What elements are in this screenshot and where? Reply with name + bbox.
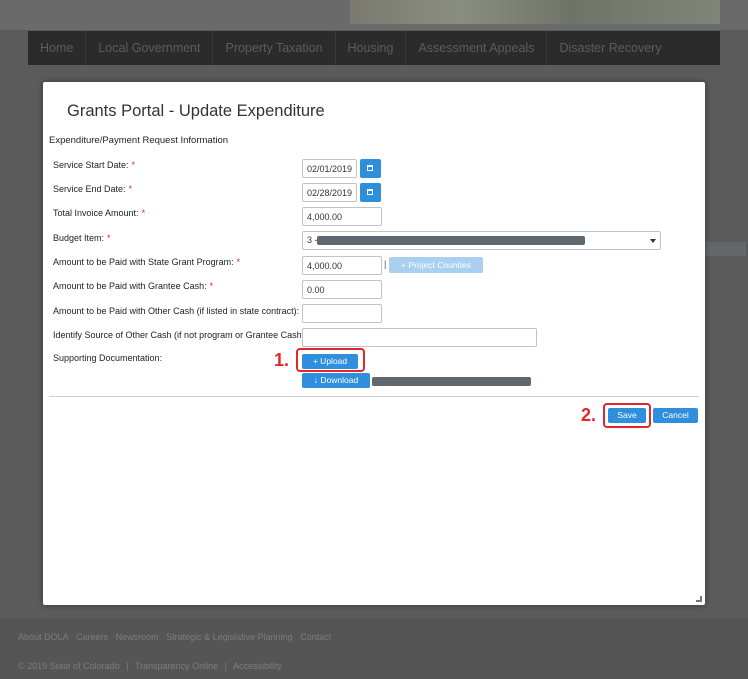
project-counties-button[interactable]: + Project Counties (389, 257, 483, 273)
other-source-input[interactable] (302, 328, 537, 347)
nav-assessment-appeals[interactable]: Assessment Appeals (406, 31, 548, 65)
footer-separator: | (224, 661, 227, 671)
nav-local-government[interactable]: Local Government (86, 31, 214, 65)
nav-property-taxation[interactable]: Property Taxation (213, 31, 336, 65)
dialog-title: Grants Portal - Update Expenditure (67, 102, 325, 120)
required-mark: * (141, 208, 146, 218)
other-cash-input[interactable] (302, 304, 382, 323)
grantee-cash-label: Amount to be Paid with Grantee Cash: * (53, 281, 213, 291)
field-label: Budget Item: (53, 233, 105, 243)
field-separator: | (384, 259, 387, 269)
service-end-label: Service End Date: * (53, 184, 132, 194)
resize-handle-icon[interactable] (696, 596, 702, 602)
required-mark: * (131, 160, 136, 170)
state-grant-label: Amount to be Paid with State Grant Progr… (53, 257, 240, 267)
header-banner-image (350, 0, 720, 24)
total-invoice-label: Total Invoice Amount: * (53, 208, 145, 218)
nav-housing[interactable]: Housing (336, 31, 407, 65)
required-mark: * (236, 257, 241, 267)
required-mark: * (107, 233, 111, 243)
footer-link-accessibility[interactable]: Accessibility (233, 661, 282, 671)
footer-link-newsroom[interactable]: Newsroom (116, 632, 159, 642)
field-label: Service End Date: (53, 184, 126, 194)
main-nav: Home Local Government Property Taxation … (28, 31, 720, 65)
calendar-icon[interactable] (360, 183, 381, 202)
field-label: Total Invoice Amount: (53, 208, 139, 218)
required-mark: * (128, 184, 133, 194)
upload-button[interactable]: + Upload (302, 354, 358, 369)
grantee-cash-input[interactable]: 0.00 (302, 280, 382, 299)
footer-link-contact[interactable]: Contact (300, 632, 331, 642)
step-1-annotation: 1. (274, 350, 290, 370)
budget-item-label: Budget Item: * (53, 233, 111, 243)
save-button[interactable]: Save (608, 408, 646, 423)
service-start-date-input[interactable]: 02/01/2019 (302, 159, 357, 178)
page-header-background (0, 0, 748, 30)
redacted-filename (372, 377, 531, 386)
copyright-text: © 2019 State of Colorado (18, 661, 120, 671)
field-label: Service Start Date: (53, 160, 129, 170)
field-label: Amount to be Paid with Grantee Cash: (53, 281, 207, 291)
download-button[interactable]: ↓ Download (302, 373, 370, 388)
redacted-text (317, 236, 585, 245)
calendar-icon[interactable] (360, 159, 381, 178)
footer-copyright: © 2019 State of Colorado | Transparency … (18, 661, 286, 671)
service-start-label: Service Start Date: * (53, 160, 135, 170)
other-source-label: Identify Source of Other Cash (if not pr… (53, 330, 308, 340)
footer-separator: | (126, 661, 129, 671)
supporting-docs-label: Supporting Documentation: (53, 353, 163, 363)
nav-disaster-recovery[interactable]: Disaster Recovery (547, 31, 673, 65)
chevron-down-icon (650, 239, 656, 243)
divider (49, 396, 699, 397)
footer-link-about[interactable]: About DOLA (18, 632, 69, 642)
nav-home[interactable]: Home (28, 31, 87, 65)
total-invoice-input[interactable]: 4,000.00 (302, 207, 382, 226)
update-expenditure-dialog: Grants Portal - Update Expenditure Expen… (43, 82, 705, 605)
required-mark: * (209, 281, 214, 291)
footer-link-transparency[interactable]: Transparency Online (135, 661, 218, 671)
budget-item-value: 3 - (307, 235, 318, 245)
footer-link-planning[interactable]: Strategic & Legislative Planning (166, 632, 293, 642)
service-end-date-input[interactable]: 02/28/2019 (302, 183, 357, 202)
footer-link-careers[interactable]: Careers (76, 632, 108, 642)
cancel-button[interactable]: Cancel (653, 408, 698, 423)
section-label: Expenditure/Payment Request Information (49, 135, 229, 146)
page-footer: About DOLA Careers Newsroom Strategic & … (0, 618, 748, 679)
footer-links: About DOLA Careers Newsroom Strategic & … (18, 632, 336, 642)
field-label: Amount to be Paid with State Grant Progr… (53, 257, 234, 267)
state-grant-input[interactable]: 4,000.00 (302, 256, 382, 275)
other-cash-label: Amount to be Paid with Other Cash (if li… (53, 306, 300, 316)
step-2-annotation: 2. (581, 405, 597, 425)
